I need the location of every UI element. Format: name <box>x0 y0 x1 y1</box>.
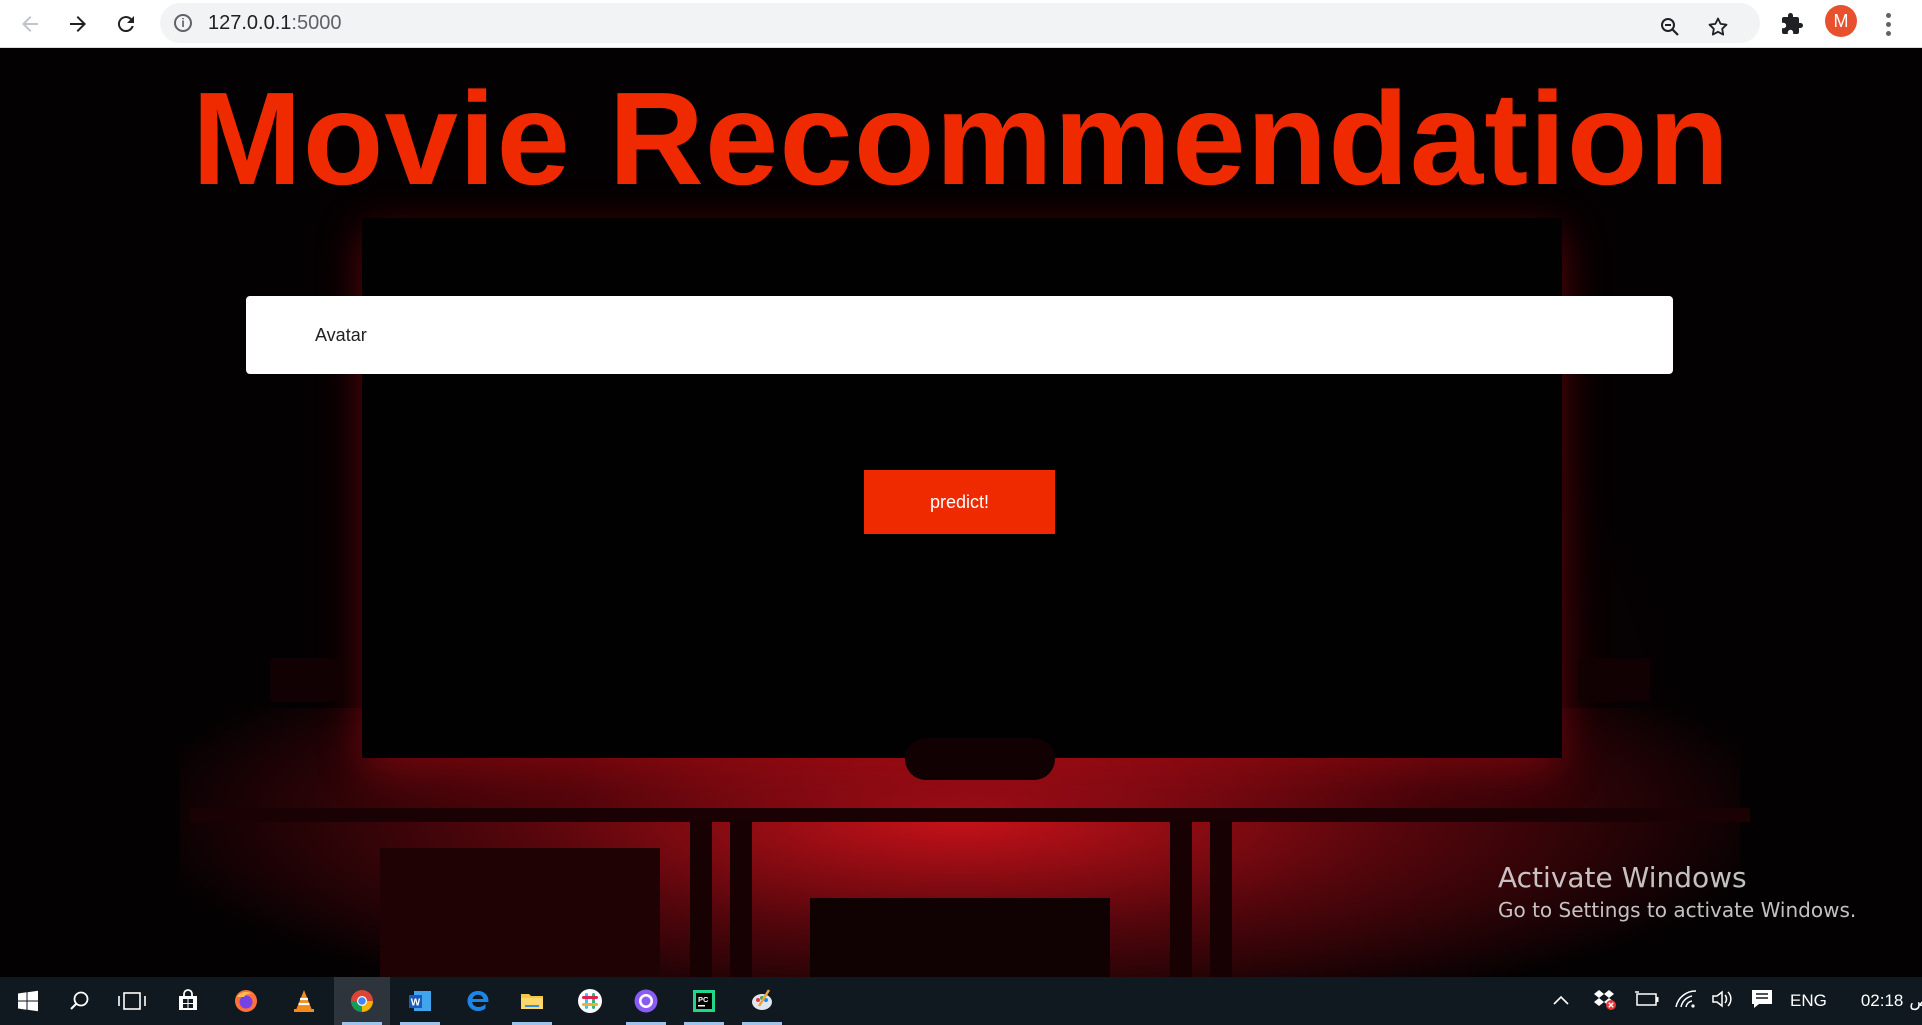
slack-icon <box>578 989 602 1013</box>
browser-toolbar: i 127.0.0.1:5000 M <box>0 0 1922 48</box>
svg-text:W: W <box>411 998 421 1009</box>
reload-icon <box>117 16 134 33</box>
taskbar-firefox[interactable] <box>218 977 274 1025</box>
wifi-icon[interactable] <box>1674 989 1698 1014</box>
pycharm-icon: PC <box>693 990 715 1012</box>
show-hidden-icons-chevron-up-icon[interactable] <box>1548 991 1574 1011</box>
search-icon <box>70 991 89 1010</box>
taskbar-paint[interactable] <box>734 977 790 1025</box>
taskbar-slack[interactable] <box>562 977 618 1025</box>
task-view-icon <box>118 992 146 1010</box>
svg-text:PC: PC <box>698 995 709 1004</box>
bookmark-star-icon <box>1708 17 1728 36</box>
url-port: :5000 <box>291 11 342 34</box>
vlc-icon <box>294 990 314 1012</box>
site-info-icon[interactable]: i <box>174 14 192 32</box>
extensions-puzzle-icon <box>1782 13 1803 34</box>
clock-time[interactable]: 02:18 <box>1861 991 1904 1011</box>
profile-avatar[interactable]: M <box>1825 5 1857 37</box>
predict-button[interactable]: predict! <box>864 470 1055 534</box>
zoom-button[interactable] <box>1652 9 1688 45</box>
taskbar-store[interactable] <box>160 977 216 1025</box>
clock-ampm[interactable]: ص <box>1909 991 1922 1011</box>
reload-button[interactable] <box>108 6 144 42</box>
taskbar-search-button[interactable] <box>52 977 108 1025</box>
store-icon <box>179 989 197 1010</box>
bookmark-button[interactable] <box>1700 9 1736 45</box>
taskbar-pycharm[interactable]: PC <box>676 977 732 1025</box>
volume-icon[interactable] <box>1710 989 1734 1014</box>
back-arrow-icon <box>22 16 38 32</box>
taskbar-vlc[interactable] <box>276 977 332 1025</box>
more-vertical-icon[interactable] <box>1876 7 1900 41</box>
start-button[interactable] <box>0 977 56 1025</box>
forward-button[interactable] <box>60 6 96 42</box>
firefox-icon <box>235 990 257 1012</box>
system-tray: ENG 02:18 ص <box>1548 977 1922 1025</box>
dropbox-sync-error-icon[interactable] <box>1592 988 1618 1015</box>
watermark-subtitle: Go to Settings to activate Windows. <box>1498 898 1857 922</box>
taskbar-github[interactable] <box>618 977 674 1025</box>
battery-icon[interactable] <box>1634 990 1660 1013</box>
action-center-notification-icon[interactable] <box>1750 988 1774 1015</box>
task-view-button[interactable] <box>104 977 160 1025</box>
github-icon <box>634 989 658 1013</box>
page-content: Movie Recommendation predict! Activate W… <box>0 48 1922 977</box>
chrome-icon <box>351 990 373 1012</box>
watermark-title: Activate Windows <box>1498 861 1747 894</box>
input-language[interactable]: ENG <box>1790 991 1827 1011</box>
extensions-button[interactable] <box>1774 6 1810 42</box>
page-title: Movie Recommendation <box>191 65 1731 212</box>
url-text: 127.0.0.1:5000 <box>208 12 341 35</box>
paint-icon <box>752 989 772 1010</box>
movie-input[interactable] <box>246 296 1673 374</box>
forward-arrow-icon <box>70 16 86 32</box>
back-button[interactable] <box>12 6 48 42</box>
address-bar[interactable]: i 127.0.0.1:5000 <box>160 3 1760 43</box>
activate-windows-watermark: Activate Windows Go to Settings to activ… <box>1498 861 1856 922</box>
taskbar-file-explorer[interactable] <box>504 977 560 1025</box>
edge-icon <box>467 991 489 1011</box>
taskbar-word[interactable]: W <box>392 977 448 1025</box>
file-explorer-icon <box>521 994 543 1009</box>
taskbar-edge[interactable] <box>450 977 506 1025</box>
taskbar-chrome[interactable] <box>334 977 390 1025</box>
word-icon: W <box>409 991 431 1011</box>
windows-taskbar: W PC ENG 02:18 ص <box>0 977 1922 1025</box>
start-windows-icon <box>18 990 38 1012</box>
zoom-icon <box>1661 18 1679 36</box>
url-host: 127.0.0.1 <box>208 11 292 34</box>
